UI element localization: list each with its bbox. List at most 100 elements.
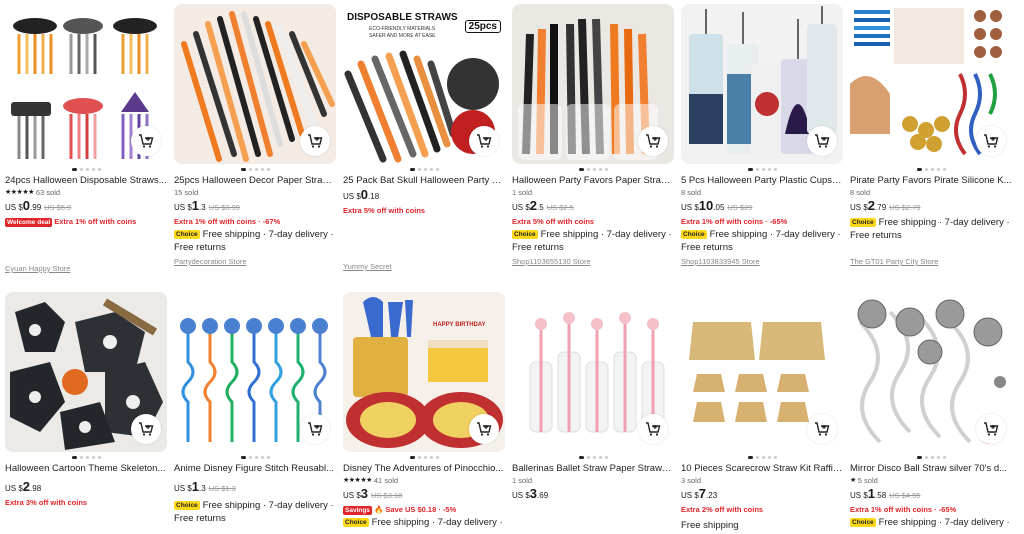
savings-badge: Savings	[343, 506, 372, 515]
add-to-cart-icon[interactable]	[300, 126, 330, 156]
promo-text: Extra 1% off with coins	[54, 217, 137, 226]
currency: US $	[850, 203, 868, 212]
promo-line: Welcome deal Extra 1% off with coins	[5, 216, 167, 228]
store-link[interactable]: Cyuan Happy Store	[5, 264, 167, 273]
product-image[interactable]	[5, 292, 167, 452]
old-price: US $5.9	[44, 203, 72, 212]
add-to-cart-icon[interactable]	[469, 414, 499, 444]
carousel-dots	[681, 165, 843, 173]
add-to-cart-icon[interactable]	[300, 414, 330, 444]
product-image[interactable]	[681, 4, 843, 164]
shipping-line: Choice Free shipping · 7-day delivery ·	[174, 228, 336, 241]
old-price: US $4.55	[889, 491, 921, 500]
sold-count: 5 sold	[857, 476, 878, 485]
carousel-dots	[174, 453, 336, 461]
product-image[interactable]: HAPPY BIRTHDAY	[343, 292, 505, 452]
shipping-text: Free shipping · 7-day delivery ·	[878, 517, 1010, 528]
store-link[interactable]: The GT01 Party City Store	[850, 257, 1012, 266]
product-title[interactable]: Ballerinas Ballet Straw Paper Straws...	[512, 463, 674, 475]
product-image[interactable]	[512, 292, 674, 452]
rating-row: 15 sold	[174, 187, 336, 198]
add-to-cart-icon[interactable]	[976, 414, 1006, 444]
sold-count: 63 sold	[35, 188, 61, 197]
carousel-dots	[343, 453, 505, 461]
product-card[interactable]: Pirate Party Favors Pirate Silicone K...…	[850, 4, 1012, 266]
carousel-dots	[512, 165, 674, 173]
currency: US $	[512, 203, 530, 212]
product-image[interactable]	[5, 4, 167, 164]
price-integer: 7	[698, 486, 707, 501]
price-integer: 1	[191, 479, 200, 494]
product-card[interactable]: 10 Pieces Scarecrow Straw Kit Raffia... …	[681, 292, 843, 532]
product-title[interactable]: 10 Pieces Scarecrow Straw Kit Raffia...	[681, 463, 843, 475]
price-decimal: .69	[537, 491, 549, 500]
product-image[interactable]	[174, 4, 336, 164]
product-image[interactable]	[174, 292, 336, 452]
shipping-text: Free shipping · 7-day delivery ·	[371, 517, 503, 528]
product-card[interactable]: HAPPY BIRTHDAY Disney The Adventures of …	[343, 292, 505, 529]
product-title[interactable]: 5 Pcs Halloween Party Plastic Cups, ...	[681, 175, 843, 187]
carousel-dots	[343, 165, 505, 173]
store-link[interactable]: Shop1103655130 Store	[512, 257, 674, 266]
product-card[interactable]: Ballerinas Ballet Straw Paper Straws... …	[512, 292, 674, 504]
choice-badge: Choice	[174, 230, 200, 239]
add-to-cart-icon[interactable]	[976, 126, 1006, 156]
image-count-badge: 25pcs	[464, 20, 501, 33]
product-title[interactable]: Pirate Party Favors Pirate Silicone K...	[850, 175, 1012, 187]
product-card[interactable]: 25pcs Halloween Decor Paper Straw... 15 …	[174, 4, 336, 266]
product-card[interactable]: DISPOSABLE STRAWS ECO-FRIENDLY MATERIALS…	[343, 4, 505, 271]
product-image[interactable]	[512, 4, 674, 164]
price-decimal: .79	[875, 203, 887, 212]
promo-line: Extra 2% off with coins	[681, 505, 764, 514]
product-title[interactable]: 25pcs Halloween Decor Paper Straw...	[174, 175, 336, 187]
add-to-cart-icon[interactable]	[807, 414, 837, 444]
price-integer: 0	[22, 198, 31, 213]
product-title[interactable]: Halloween Party Favors Paper Straw...	[512, 175, 674, 187]
promo-line: Extra 1% off with coins · -67%	[174, 216, 336, 228]
product-image[interactable]	[681, 292, 843, 452]
product-image[interactable]	[850, 4, 1012, 164]
product-card[interactable]: Halloween Cartoon Theme Skeleton... US $…	[5, 292, 167, 509]
currency: US $	[174, 484, 192, 493]
price-decimal: .99	[30, 203, 42, 212]
product-card[interactable]: 5 Pcs Halloween Party Plastic Cups, ... …	[681, 4, 843, 266]
price-decimal: .3	[199, 484, 206, 493]
add-to-cart-icon[interactable]	[131, 414, 161, 444]
promo-text: Extra 1% off with coins	[681, 217, 764, 226]
price-decimal: .23	[706, 491, 718, 500]
product-card[interactable]: Halloween Party Favors Paper Straw... 1 …	[512, 4, 674, 266]
product-title[interactable]: 25 Pack Bat Skull Halloween Party St...	[343, 175, 505, 187]
product-card[interactable]: 24pcs Halloween Disposable Straws... ★★★…	[5, 4, 167, 273]
promo-text: Extra 1% off with coins	[174, 217, 257, 226]
price-integer: 2	[529, 198, 538, 213]
product-title[interactable]: Mirror Disco Ball Straw silver 70's d...	[850, 463, 1012, 475]
add-to-cart-icon[interactable]	[638, 414, 668, 444]
product-title[interactable]: 24pcs Halloween Disposable Straws...	[5, 175, 167, 187]
add-to-cart-icon[interactable]	[638, 126, 668, 156]
old-price: US $1.3	[208, 484, 236, 493]
add-to-cart-icon[interactable]	[807, 126, 837, 156]
currency: US $	[681, 491, 699, 500]
sold-count: 1 sold	[512, 188, 533, 197]
price-integer: 1	[867, 486, 876, 501]
add-to-cart-icon[interactable]	[131, 126, 161, 156]
product-image[interactable]	[850, 292, 1012, 452]
product-title[interactable]: Halloween Cartoon Theme Skeleton...	[5, 463, 167, 475]
product-card[interactable]: Anime Disney Figure Stitch Reusabl... US…	[174, 292, 336, 525]
price-decimal: .58	[875, 491, 887, 500]
shipping-text: Free shipping · 7-day delivery ·	[709, 229, 841, 240]
add-to-cart-icon[interactable]	[469, 126, 499, 156]
shipping-line: Choice Free shipping · 7-day delivery ·	[512, 228, 674, 241]
store-link[interactable]: Shop1103833945 Store	[681, 257, 843, 266]
promo-text: Save US $0.18	[385, 505, 437, 514]
product-card[interactable]: Mirror Disco Ball Straw silver 70's d...…	[850, 292, 1012, 529]
price-integer: 1	[191, 198, 200, 213]
promo-line: Extra 1% off with coins · -65%	[681, 216, 843, 228]
price: US $0.18	[343, 187, 505, 205]
product-title[interactable]: Disney The Adventures of Pinocchio...	[343, 463, 505, 475]
product-image[interactable]: DISPOSABLE STRAWS ECO-FRIENDLY MATERIALS…	[343, 4, 505, 164]
store-link[interactable]: Partydecoration Store	[174, 257, 336, 266]
product-title[interactable]: Anime Disney Figure Stitch Reusabl...	[174, 463, 336, 475]
store-link[interactable]: Yummy Secret	[343, 262, 505, 271]
shipping-text: Free shipping · 7-day delivery ·	[202, 229, 334, 240]
